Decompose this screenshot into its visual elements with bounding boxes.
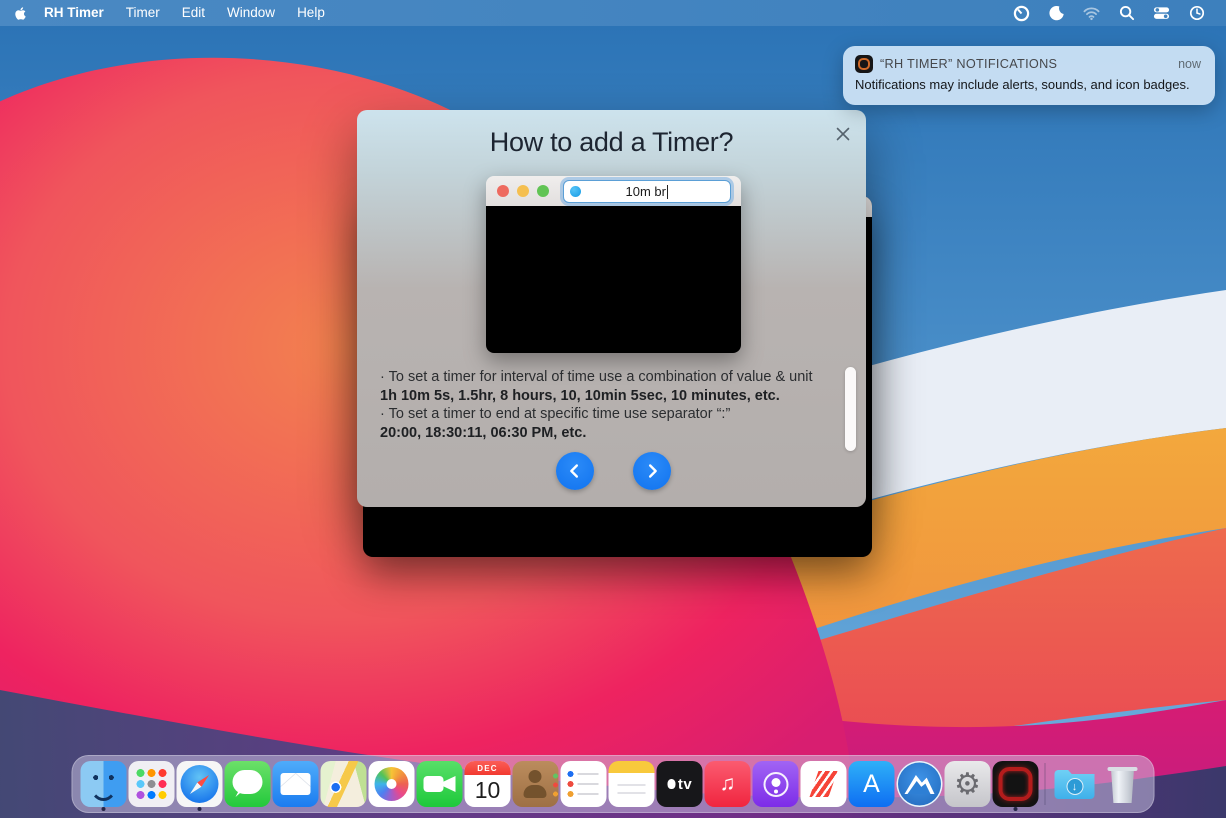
notification-time: now (1178, 57, 1201, 71)
spotlight-search-icon[interactable] (1118, 5, 1135, 22)
do-not-disturb-moon-icon[interactable] (1048, 5, 1065, 22)
dock-item-messages[interactable] (225, 756, 271, 812)
instruction-line: 1h 10m 5s, 1.5hr, 8 hours, 10, 10min 5se… (380, 387, 838, 406)
dock-icon-calendar: DEC 10 (465, 761, 511, 807)
traffic-light-minimize[interactable] (517, 185, 529, 197)
dock-icon-rh-timer (993, 761, 1039, 807)
dock-icon-messages (225, 761, 271, 807)
dock-item-trash[interactable] (1100, 756, 1146, 812)
dock-icon-apple-tv: tv (657, 761, 703, 807)
instruction-line: 20:00, 18:30:11, 06:30 PM, etc. (380, 424, 838, 443)
next-page-button[interactable] (633, 452, 671, 490)
dock-icon-finder (81, 761, 127, 807)
menu-bar: RH Timer Timer Edit Window Help (0, 0, 1226, 26)
notification-title: “RH TIMER” NOTIFICATIONS (880, 57, 1178, 71)
dock-item-system-preferences[interactable]: ⚙ (945, 756, 991, 812)
dock-item-safari[interactable] (177, 756, 223, 812)
dock-icon-mountain-peaks-app (897, 761, 943, 807)
running-indicator-dot (198, 807, 202, 811)
notification-body: Notifications may include alerts, sounds… (855, 77, 1201, 94)
menu-edit[interactable]: Edit (171, 0, 216, 26)
dock-icon-system-preferences: ⚙ (945, 761, 991, 807)
dock-item-photos[interactable] (369, 756, 415, 812)
dock-icon-contacts (513, 761, 559, 807)
timer-entry-input[interactable]: 10m br (563, 180, 731, 203)
dock-icon-app-store: A (849, 761, 895, 807)
dock-icon-facetime (417, 761, 463, 807)
notification-banner[interactable]: “RH TIMER” NOTIFICATIONS now Notificatio… (843, 46, 1215, 105)
dock-icon-downloads: ↓ (1052, 761, 1098, 807)
instruction-line: · To set a timer to end at specific time… (380, 405, 838, 424)
dock-item-divider (1041, 756, 1050, 812)
dock-icon-reminders (561, 761, 607, 807)
dock-item-music[interactable]: ♫ (705, 756, 751, 812)
dock-icon-mail (273, 761, 319, 807)
close-icon[interactable] (834, 125, 852, 143)
instruction-line: · To set a timer for interval of time us… (380, 368, 838, 387)
menu-timer[interactable]: Timer (115, 0, 171, 26)
dock-item-mountain-peaks-app[interactable] (897, 756, 943, 812)
icon-text-label: A (849, 761, 895, 807)
menu-help[interactable]: Help (286, 0, 336, 26)
control-center-icon[interactable] (1153, 5, 1170, 22)
traffic-light-close[interactable] (497, 185, 509, 197)
dock-icon-music: ♫ (705, 761, 751, 807)
dock-icon-podcasts (753, 761, 799, 807)
mini-window-content (486, 206, 741, 353)
dock-icon-trash (1100, 761, 1146, 807)
text-caret (667, 185, 669, 199)
dock-item-reminders[interactable] (561, 756, 607, 812)
clock-icon[interactable] (1188, 5, 1205, 22)
dock-item-podcasts[interactable] (753, 756, 799, 812)
dock-item-facetime[interactable] (417, 756, 463, 812)
dock-icon-safari (177, 761, 223, 807)
rh-timer-app-icon (855, 55, 873, 73)
calendar-month-label: DEC (465, 761, 511, 775)
icon-glyph: ↓ (1066, 778, 1083, 795)
dock-item-notes[interactable] (609, 756, 655, 812)
dock-item-contacts[interactable] (513, 756, 559, 812)
dock-item-maps[interactable] (321, 756, 367, 812)
icon-text-label: tv (657, 761, 703, 807)
timer-input-value: 10m br (626, 184, 666, 199)
dock-item-finder[interactable] (81, 756, 127, 812)
dock-item-rh-timer[interactable] (993, 756, 1039, 812)
dock-icon-photos (369, 761, 415, 807)
dock-item-calendar[interactable]: DEC 10 (465, 756, 511, 812)
menu-window[interactable]: Window (216, 0, 286, 26)
dock-icon-divider (1045, 763, 1046, 805)
icon-glyph: ♫ (705, 761, 751, 807)
dock-icon-notes (609, 761, 655, 807)
menu-bar-status-icons (1004, 5, 1214, 22)
calendar-day-label: 10 (465, 775, 511, 805)
dock-item-app-store[interactable]: A (849, 756, 895, 812)
app-menus: RH Timer Timer Edit Window Help (33, 0, 336, 26)
timer-gauge-icon[interactable] (1013, 5, 1030, 22)
dock-item-downloads[interactable]: ↓ (1052, 756, 1098, 812)
dock-item-mail[interactable] (273, 756, 319, 812)
menu-app-name-rh-timer[interactable]: RH Timer (33, 0, 115, 26)
icon-glyph: ⚙ (945, 761, 991, 807)
dock-item-apple-tv[interactable]: tv (657, 756, 703, 812)
apple-menu-icon[interactable] (14, 6, 27, 21)
dialog-scrollbar-thumb[interactable] (845, 367, 856, 451)
timer-window-illustration: 10m br (486, 176, 741, 353)
traffic-light-zoom[interactable] (537, 185, 549, 197)
wifi-icon[interactable] (1083, 5, 1100, 22)
running-indicator-dot (102, 807, 106, 811)
notification-header: “RH TIMER” NOTIFICATIONS now (855, 55, 1201, 73)
dock-icon-maps (321, 761, 367, 807)
dialog-title: How to add a Timer? (357, 127, 866, 158)
running-indicator-dot (1014, 807, 1018, 811)
dock-item-news[interactable] (801, 756, 847, 812)
dock-icon-launchpad (129, 761, 175, 807)
previous-page-button[interactable] (556, 452, 594, 490)
dock-item-launchpad[interactable] (129, 756, 175, 812)
dock-icon-news (801, 761, 847, 807)
instructions: · To set a timer for interval of time us… (380, 368, 838, 442)
timer-bullet-icon (570, 186, 581, 197)
dock: DEC 10 (72, 755, 1155, 813)
mini-window-titlebar: 10m br (486, 176, 741, 207)
how-to-add-timer-dialog: How to add a Timer? 10m br · To set a ti… (357, 110, 866, 507)
